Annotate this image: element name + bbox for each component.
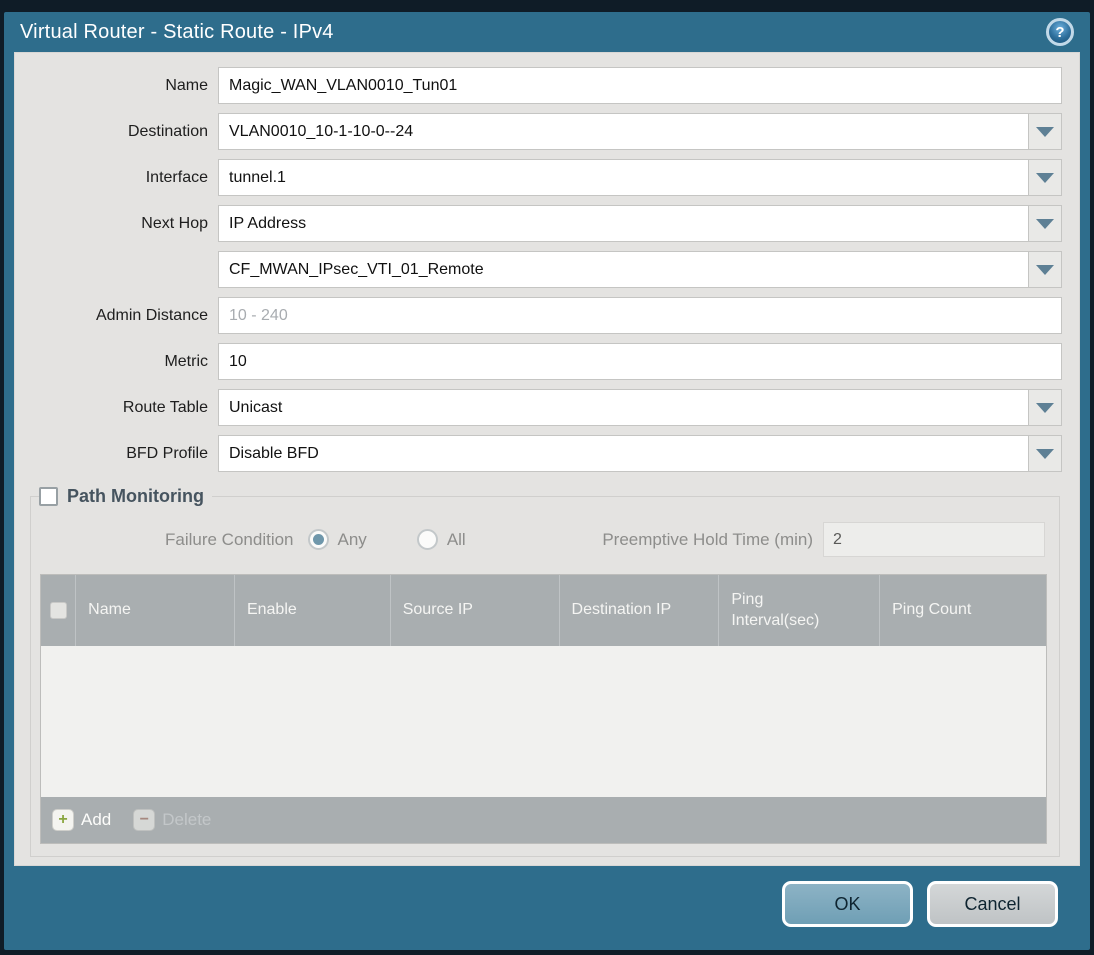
metric-row: Metric (28, 343, 1062, 380)
add-button-label: Add (81, 810, 112, 829)
destination-input[interactable] (218, 113, 1029, 150)
chevron-down-icon (1036, 126, 1054, 137)
cancel-button[interactable]: Cancel (927, 881, 1058, 927)
interface-dropdown-button[interactable] (1029, 159, 1062, 196)
header-checkbox-cell (41, 575, 77, 646)
chevron-down-icon (1036, 448, 1054, 459)
dialog-content: Name Destination Interface Next Hop (14, 52, 1080, 866)
name-input[interactable] (218, 67, 1062, 104)
next-hop-label: Next Hop (141, 214, 208, 232)
path-monitoring-section: Path Monitoring Failure Condition Any Al… (30, 486, 1060, 857)
column-header: Ping Count (879, 575, 1046, 646)
failure-condition-any-radio (307, 529, 329, 550)
add-button[interactable]: + Add (52, 809, 111, 831)
route-table-dropdown-button[interactable] (1029, 389, 1062, 426)
failure-condition-all-label: All (446, 529, 466, 549)
preemptive-hold-time-input (823, 522, 1045, 557)
chevron-down-icon (1036, 218, 1054, 229)
page-title: Virtual Router - Static Route - IPv4 (20, 20, 334, 43)
destination-label: Destination (127, 122, 208, 140)
titlebar: Virtual Router - Static Route - IPv4 ? (4, 12, 1090, 52)
next-hop-address-input[interactable] (218, 251, 1029, 288)
path-monitoring-legend: Path Monitoring (39, 486, 212, 507)
route-table-row: Route Table (28, 389, 1062, 426)
destination-row: Destination (28, 113, 1062, 150)
path-monitoring-title: Path Monitoring (67, 486, 204, 506)
pm-table-header: Name Enable Source IP Destination IP Ping In… (41, 575, 1046, 646)
column-header: Source IP (389, 575, 559, 646)
route-table-label: Route Table (122, 398, 208, 416)
select-all-checkbox (49, 602, 67, 619)
failure-condition-row: Failure Condition Any All Preemptive Hol… (37, 522, 1053, 557)
bfd-profile-label: BFD Profile (126, 444, 208, 462)
interface-label: Interface (145, 168, 208, 186)
next-hop-address-row (28, 251, 1062, 288)
admin-distance-label: Admin Distance (95, 306, 208, 324)
delete-button: − Delete (133, 809, 211, 831)
next-hop-type-dropdown-button[interactable] (1029, 205, 1062, 242)
preemptive-hold-time-label: Preemptive Hold Time (min) (602, 529, 813, 549)
help-icon[interactable]: ? (1046, 18, 1074, 46)
path-monitoring-table: Name Enable Source IP Destination IP Ping In… (40, 574, 1047, 844)
next-hop-row: Next Hop (28, 205, 1062, 242)
admin-distance-input[interactable] (218, 297, 1062, 334)
bfd-profile-input[interactable] (218, 435, 1029, 472)
failure-condition-any-label: Any (337, 529, 367, 549)
admin-distance-row: Admin Distance (28, 297, 1062, 334)
interface-row: Interface (28, 159, 1062, 196)
route-table-input[interactable] (218, 389, 1029, 426)
delete-button-label: Delete (162, 810, 212, 829)
interface-input[interactable] (218, 159, 1029, 196)
column-header: Name (88, 601, 131, 619)
column-header: Destination IP (558, 575, 719, 646)
chevron-down-icon (1036, 402, 1054, 413)
failure-condition-label: Failure Condition (165, 529, 294, 549)
next-hop-type-input[interactable] (218, 205, 1029, 242)
bfd-profile-row: BFD Profile (28, 435, 1062, 472)
minus-icon: − (133, 809, 156, 831)
metric-input[interactable] (218, 343, 1062, 380)
chevron-down-icon (1036, 172, 1054, 183)
path-monitoring-checkbox[interactable] (39, 487, 58, 506)
ok-button[interactable]: OK (782, 881, 913, 927)
failure-condition-all-radio (416, 529, 438, 550)
chevron-down-icon (1036, 264, 1054, 275)
name-row: Name (28, 67, 1062, 104)
pm-table-toolbar: + Add − Delete (41, 797, 1046, 843)
next-hop-address-dropdown-button[interactable] (1029, 251, 1062, 288)
plus-icon: + (52, 809, 74, 831)
dialog-footer: OK Cancel (782, 881, 1058, 927)
column-header: Enable (233, 575, 390, 646)
bfd-profile-dropdown-button[interactable] (1029, 435, 1062, 472)
pm-table-body (41, 646, 1046, 797)
metric-label: Metric (164, 352, 208, 370)
static-route-dialog: Virtual Router - Static Route - IPv4 ? N… (4, 12, 1090, 950)
name-label: Name (165, 76, 208, 94)
column-header: Ping Interval(sec) (718, 575, 879, 646)
destination-dropdown-button[interactable] (1029, 113, 1062, 150)
